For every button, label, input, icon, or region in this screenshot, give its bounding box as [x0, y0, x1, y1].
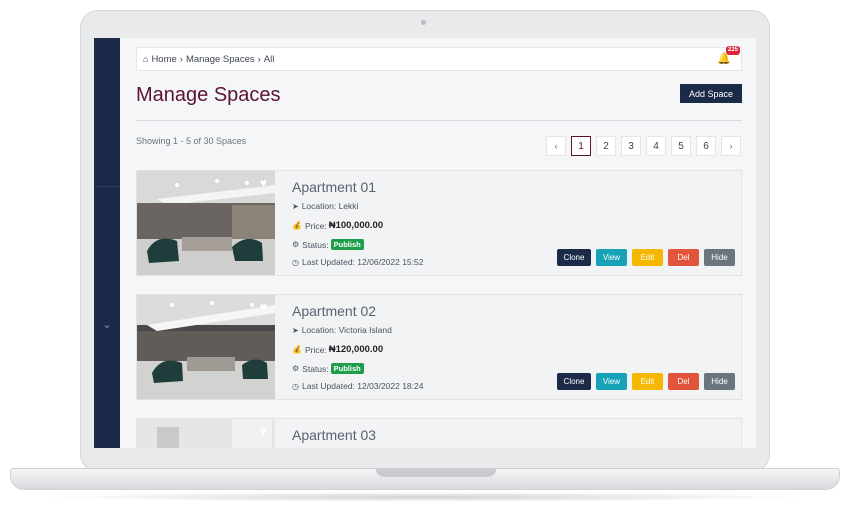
main-content: ⌂ Home › Manage Spaces › All 🔔 225 Manag…	[120, 38, 756, 448]
listing-title[interactable]: Apartment 01	[292, 179, 376, 195]
add-space-button[interactable]: Add Space	[680, 84, 742, 103]
laptop-base	[10, 468, 840, 490]
sidebar-divider	[94, 186, 120, 187]
listing-actions: Clone View Edit Del Hide	[557, 249, 735, 266]
page-button-5[interactable]: 5	[671, 136, 691, 156]
apartment-photo	[137, 419, 275, 448]
listing-updated: ◷ Last Updated: 12/06/2022 15:52	[292, 257, 424, 267]
edit-button[interactable]: Edit	[632, 249, 663, 266]
listing-card: ♥ Apartment 01 ➤ Location: Lekki 💰 Price…	[136, 170, 742, 276]
title-divider	[136, 120, 742, 121]
listing-status: ⚙ Status: Publish	[292, 239, 364, 250]
breadcrumb-separator: ›	[179, 53, 183, 65]
laptop-shadow	[40, 492, 810, 502]
home-icon: ⌂	[143, 54, 149, 64]
clone-button[interactable]: Clone	[557, 373, 591, 390]
gears-icon: ⚙	[292, 364, 300, 373]
listing-card: ♥ Apartment 03	[136, 418, 742, 448]
location-arrow-icon: ➤	[292, 325, 299, 335]
sidebar: ⌄	[94, 38, 120, 448]
page-button-3[interactable]: 3	[621, 136, 641, 156]
laptop-notch	[376, 469, 496, 477]
listing-updated: ◷ Last Updated: 12/03/2022 18:24	[292, 381, 424, 391]
page-title: Manage Spaces	[136, 84, 281, 106]
view-button[interactable]: View	[596, 249, 627, 266]
listing-location: ➤ Location: Lekki	[292, 201, 359, 211]
page-button-2[interactable]: 2	[596, 136, 616, 156]
breadcrumb-section[interactable]: Manage Spaces	[186, 54, 255, 65]
money-bag-icon: 💰	[292, 221, 302, 230]
clock-icon: ◷	[292, 381, 299, 391]
apartment-photo	[137, 171, 275, 275]
breadcrumb: ⌂ Home › Manage Spaces › All 🔔 225	[136, 46, 742, 71]
location-arrow-icon: ➤	[292, 201, 299, 211]
page-button-4[interactable]: 4	[646, 136, 666, 156]
delete-button[interactable]: Del	[668, 249, 699, 266]
listing-photo[interactable]: ♥	[137, 419, 275, 448]
heart-icon[interactable]: ♥	[260, 300, 267, 314]
breadcrumb-home[interactable]: Home	[151, 54, 176, 65]
apartment-photo	[137, 295, 275, 399]
listing-price: 💰 Price: ₦120,000.00	[292, 344, 384, 355]
money-bag-icon: 💰	[292, 345, 302, 354]
notification-badge: 225	[725, 46, 740, 55]
chevron-down-icon[interactable]: ⌄	[94, 318, 120, 331]
delete-button[interactable]: Del	[668, 373, 699, 390]
screen: ⌄ ⌂ Home › Manage Spaces › All 🔔 225 Man…	[94, 38, 756, 448]
breadcrumb-current: All	[263, 53, 275, 65]
results-count: Showing 1 - 5 of 30 Spaces	[136, 136, 247, 146]
listing-location: ➤ Location: Victoria Island	[292, 325, 392, 335]
hide-button[interactable]: Hide	[704, 249, 735, 266]
page-button-1[interactable]: 1	[571, 136, 591, 156]
status-badge: Publish	[330, 239, 364, 250]
breadcrumb-separator: ›	[257, 53, 261, 65]
listing-photo[interactable]: ♥	[137, 171, 275, 275]
clone-button[interactable]: Clone	[557, 249, 591, 266]
status-badge: Publish	[330, 363, 364, 374]
pagination: ‹ 1 2 3 4 5 6 ›	[546, 136, 741, 156]
heart-icon[interactable]: ♥	[260, 176, 267, 190]
webcam	[421, 20, 426, 25]
listing-price: 💰 Price: ₦100,000.00	[292, 220, 384, 231]
gears-icon: ⚙	[292, 240, 300, 249]
edit-button[interactable]: Edit	[632, 373, 663, 390]
page-button-6[interactable]: 6	[696, 136, 716, 156]
listing-title[interactable]: Apartment 03	[292, 427, 376, 443]
hide-button[interactable]: Hide	[704, 373, 735, 390]
heart-icon[interactable]: ♥	[260, 424, 267, 438]
page-prev-button[interactable]: ‹	[546, 136, 566, 156]
listing-status: ⚙ Status: Publish	[292, 363, 364, 374]
listing-title[interactable]: Apartment 02	[292, 303, 376, 319]
clock-icon: ◷	[292, 257, 299, 267]
listing-photo[interactable]: ♥	[137, 295, 275, 399]
listing-actions: Clone View Edit Del Hide	[557, 373, 735, 390]
page-next-button[interactable]: ›	[721, 136, 741, 156]
view-button[interactable]: View	[596, 373, 627, 390]
listing-card: ♥ Apartment 02 ➤ Location: Victoria Isla…	[136, 294, 742, 400]
